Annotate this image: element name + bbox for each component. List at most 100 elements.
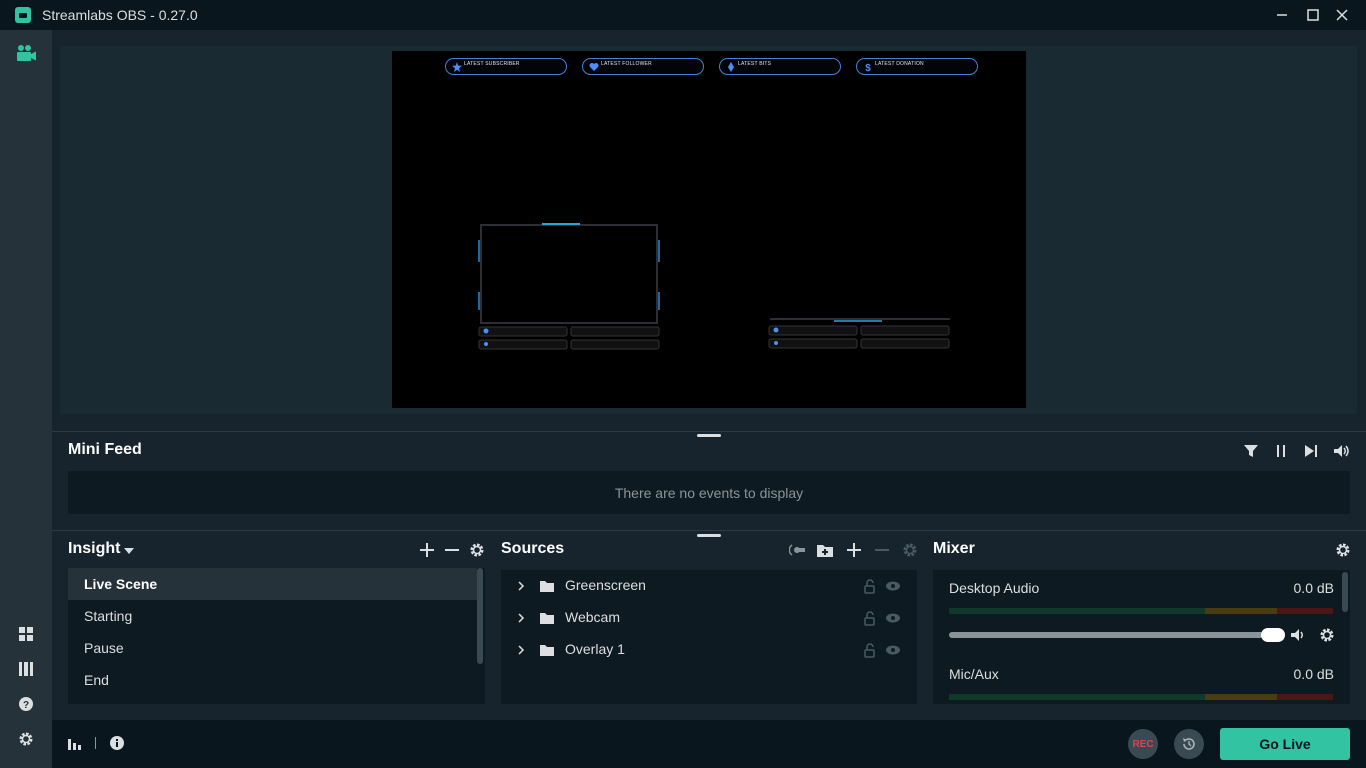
unlock-icon bbox=[864, 611, 875, 626]
source-item[interactable]: Overlay 1 bbox=[501, 634, 917, 666]
minimize-icon bbox=[1277, 14, 1287, 16]
streamlabs-logo-icon bbox=[15, 7, 31, 23]
performance-stats-button[interactable] bbox=[66, 734, 84, 752]
scene-settings-button[interactable] bbox=[468, 541, 486, 559]
unlock-icon bbox=[864, 579, 875, 594]
gear-icon bbox=[1320, 628, 1334, 642]
video-camera-icon bbox=[17, 45, 36, 61]
maximize-icon bbox=[1307, 9, 1319, 21]
source-item[interactable]: Webcam bbox=[501, 602, 917, 634]
feed-filter-button[interactable] bbox=[1242, 442, 1260, 460]
sources-title: Sources bbox=[501, 540, 565, 557]
latest-subscriber-widget: LATEST SUBSCRIBER bbox=[445, 58, 567, 75]
dollar-icon: $ bbox=[865, 63, 871, 72]
gear-icon bbox=[1336, 543, 1350, 557]
title-bar: Streamlabs OBS - 0.27.0 bbox=[0, 0, 1366, 30]
mixer-title: Mixer bbox=[933, 540, 975, 557]
add-folder-button[interactable] bbox=[816, 541, 834, 559]
mixer-channel-level: 0.0 dB bbox=[1293, 666, 1334, 682]
record-button[interactable]: REC bbox=[1128, 729, 1158, 759]
scenes-list: Live Scene Starting Pause End bbox=[68, 568, 485, 704]
svg-text:?: ? bbox=[23, 700, 29, 711]
replay-buffer-button[interactable] bbox=[1174, 729, 1204, 759]
scene-item[interactable]: End bbox=[68, 664, 477, 696]
gear-icon bbox=[19, 732, 33, 746]
folder-icon bbox=[540, 613, 554, 624]
add-folder-icon bbox=[817, 545, 833, 557]
toggle-studio-source-button[interactable] bbox=[788, 541, 806, 559]
scene-preview-canvas[interactable]: LATEST SUBSCRIBER LATEST FOLLOWER LATEST… bbox=[392, 51, 1026, 408]
eye-icon bbox=[886, 581, 900, 591]
audio-meter bbox=[949, 608, 1333, 614]
resize-handle-top[interactable] bbox=[697, 434, 721, 437]
replay-icon bbox=[1183, 738, 1195, 750]
feed-sound-button[interactable] bbox=[1333, 442, 1351, 460]
window-title: Streamlabs OBS - 0.27.0 bbox=[42, 7, 198, 23]
eye-icon bbox=[886, 613, 900, 623]
chevron-down-icon bbox=[124, 548, 134, 554]
grid-icon bbox=[19, 627, 33, 641]
desktop-audio-volume-slider[interactable] bbox=[949, 632, 1271, 638]
source-item[interactable]: Greenscreen bbox=[501, 570, 917, 602]
help-icon: ? bbox=[19, 697, 33, 711]
minus-icon bbox=[875, 549, 889, 551]
remove-scene-button[interactable] bbox=[443, 541, 461, 559]
minimize-button[interactable] bbox=[1272, 5, 1292, 25]
scenes-scrollbar[interactable] bbox=[477, 568, 483, 664]
studio-divider bbox=[52, 431, 1366, 432]
maximize-button[interactable] bbox=[1303, 5, 1323, 25]
diamond-icon bbox=[728, 62, 734, 72]
info-button[interactable] bbox=[108, 734, 126, 752]
skip-next-icon bbox=[1305, 445, 1317, 457]
latest-donation-widget: $ LATEST DONATION bbox=[856, 58, 978, 75]
mini-feed-title: Mini Feed bbox=[68, 441, 142, 458]
chevron-right-icon bbox=[518, 645, 525, 655]
add-scene-button[interactable] bbox=[418, 541, 436, 559]
eye-icon bbox=[886, 645, 900, 655]
mixer-scrollbar[interactable] bbox=[1342, 572, 1348, 612]
resize-handle-bottom[interactable] bbox=[697, 534, 721, 537]
minus-icon bbox=[445, 549, 459, 551]
pause-icon bbox=[1277, 445, 1285, 457]
scene-collection-dropdown[interactable] bbox=[120, 542, 138, 560]
gear-icon bbox=[470, 543, 484, 557]
folder-icon bbox=[540, 645, 554, 656]
scene-item[interactable]: Pause bbox=[68, 632, 477, 664]
volume-slider-handle[interactable] bbox=[1261, 628, 1285, 642]
mixer-settings-button[interactable] bbox=[1334, 541, 1352, 559]
chevron-right-icon bbox=[518, 581, 525, 591]
mute-button[interactable] bbox=[1289, 626, 1307, 644]
latest-bits-widget: LATEST BITS bbox=[719, 58, 841, 75]
columns-button[interactable] bbox=[16, 659, 36, 679]
feed-skip-button[interactable] bbox=[1302, 442, 1320, 460]
chevron-right-icon bbox=[518, 613, 525, 623]
close-button[interactable] bbox=[1332, 5, 1352, 25]
scene-collection-title[interactable]: Insight bbox=[68, 540, 120, 558]
footer-bar bbox=[52, 720, 1366, 768]
mixer-panel: Desktop Audio 0.0 dB Mic/Aux 0.0 dB bbox=[933, 570, 1350, 704]
star-icon bbox=[452, 62, 462, 72]
unlock-icon bbox=[864, 643, 875, 658]
scene-item[interactable]: Starting bbox=[68, 600, 477, 632]
plus-icon bbox=[420, 543, 434, 557]
feed-pause-button[interactable] bbox=[1272, 442, 1290, 460]
svg-text:$: $ bbox=[865, 63, 871, 72]
audio-settings-button[interactable] bbox=[1318, 626, 1336, 644]
studio-source-icon bbox=[789, 544, 805, 556]
help-button[interactable]: ? bbox=[16, 694, 36, 714]
remove-source-button[interactable] bbox=[873, 541, 891, 559]
left-nav: ? bbox=[0, 30, 52, 768]
info-icon bbox=[110, 736, 124, 750]
latest-follower-widget: LATEST FOLLOWER bbox=[582, 58, 704, 75]
scene-item[interactable]: Live Scene bbox=[68, 568, 477, 600]
add-source-button[interactable] bbox=[845, 541, 863, 559]
webcam-frame-decoration bbox=[478, 223, 660, 350]
mixer-channel-name: Desktop Audio bbox=[949, 580, 1040, 596]
settings-button[interactable] bbox=[16, 729, 36, 749]
studio-mode-button[interactable] bbox=[16, 43, 36, 63]
layout-button[interactable] bbox=[16, 624, 36, 644]
source-settings-button[interactable] bbox=[901, 541, 919, 559]
footer-separator bbox=[95, 737, 96, 749]
mixer-channel-level: 0.0 dB bbox=[1293, 580, 1334, 596]
go-live-button[interactable]: Go Live bbox=[1220, 728, 1350, 760]
